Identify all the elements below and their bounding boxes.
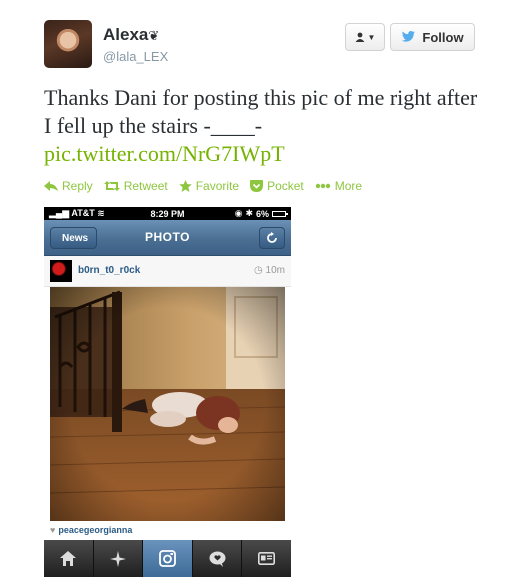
pocket-label: Pocket bbox=[267, 179, 304, 193]
reply-action[interactable]: Reply bbox=[44, 179, 93, 193]
twitter-bird-icon bbox=[402, 31, 416, 42]
retweet-icon bbox=[103, 181, 120, 191]
embedded-phone-screenshot[interactable]: ▂▄▆ AT&T ≋ 8:29 PM ◉ ✱ 6% News PHOTO b0r… bbox=[44, 207, 291, 577]
user-actions-button[interactable]: ▼ bbox=[345, 23, 385, 51]
post-time: ◷ 10m bbox=[254, 265, 285, 276]
liked-by: ♥ peacegeorgianna bbox=[50, 525, 132, 535]
profile-icon bbox=[258, 552, 276, 565]
tab-profile bbox=[242, 540, 291, 577]
bow-emoji-icon: ❦ bbox=[148, 28, 160, 43]
poster-avatar bbox=[50, 260, 72, 282]
user-icon bbox=[355, 32, 365, 42]
instagram-tab-bar bbox=[44, 540, 291, 577]
tab-home bbox=[44, 540, 94, 577]
bluetooth-icon: ✱ bbox=[245, 208, 253, 218]
camera-icon bbox=[159, 550, 176, 567]
clock-icon: ◷ bbox=[254, 265, 263, 276]
lock-rotation-icon: ◉ bbox=[234, 208, 243, 218]
favorite-action[interactable]: Favorite bbox=[178, 179, 240, 193]
follow-button-label: Follow bbox=[422, 29, 464, 45]
refresh-button bbox=[259, 227, 285, 249]
author-avatar[interactable] bbox=[44, 20, 92, 68]
pocket-icon bbox=[250, 180, 264, 192]
posted-photo bbox=[50, 287, 285, 521]
retweet-label: Retweet bbox=[123, 179, 168, 193]
photo-of-person-on-floor bbox=[50, 287, 285, 521]
refresh-icon bbox=[267, 232, 277, 243]
poster-username: b0rn_t0_r0ck bbox=[78, 265, 141, 276]
phone-status-bar: ▂▄▆ AT&T ≋ 8:29 PM ◉ ✱ 6% bbox=[44, 207, 291, 220]
reply-icon bbox=[44, 181, 58, 191]
author-name[interactable]: Alexa❦ bbox=[103, 25, 159, 45]
instagram-nav-bar: News PHOTO bbox=[44, 220, 291, 256]
reply-label: Reply bbox=[62, 179, 93, 193]
tab-activity bbox=[193, 540, 243, 577]
post-time-text: 10m bbox=[265, 265, 285, 276]
more-action[interactable]: More bbox=[315, 179, 362, 193]
explore-icon bbox=[109, 550, 126, 567]
follow-button[interactable]: Follow bbox=[390, 23, 475, 51]
tab-explore bbox=[94, 540, 144, 577]
liked-by-username: peacegeorgianna bbox=[58, 525, 133, 535]
author-name-text[interactable]: Alexa bbox=[103, 25, 148, 44]
status-right: ◉ ✱ 6% bbox=[234, 208, 288, 219]
tweet-media-link[interactable]: pic.twitter.com/NrG7IWpT bbox=[44, 141, 285, 167]
pocket-action[interactable]: Pocket bbox=[250, 179, 304, 193]
tweet-actions-bar: Reply Retweet Favorite Pocket More bbox=[44, 179, 362, 193]
more-label: More bbox=[334, 179, 363, 193]
retweet-action[interactable]: Retweet bbox=[103, 179, 168, 193]
star-icon bbox=[178, 180, 192, 192]
nav-title: PHOTO bbox=[145, 230, 190, 244]
dropdown-caret-icon: ▼ bbox=[367, 32, 376, 42]
author-handle[interactable]: @lala_LEX bbox=[103, 49, 168, 64]
activity-icon bbox=[209, 551, 226, 567]
battery-percent: 6% bbox=[255, 208, 269, 219]
post-header: b0rn_t0_r0ck ◷ 10m bbox=[44, 256, 291, 287]
battery-icon bbox=[272, 210, 288, 217]
home-icon bbox=[60, 551, 77, 566]
tab-camera bbox=[143, 540, 193, 577]
tweet-text: Thanks Dani for posting this pic of me r… bbox=[44, 85, 478, 138]
more-dots-icon bbox=[315, 183, 330, 189]
favorite-label: Favorite bbox=[195, 179, 240, 193]
heart-icon: ♥ bbox=[50, 525, 56, 535]
